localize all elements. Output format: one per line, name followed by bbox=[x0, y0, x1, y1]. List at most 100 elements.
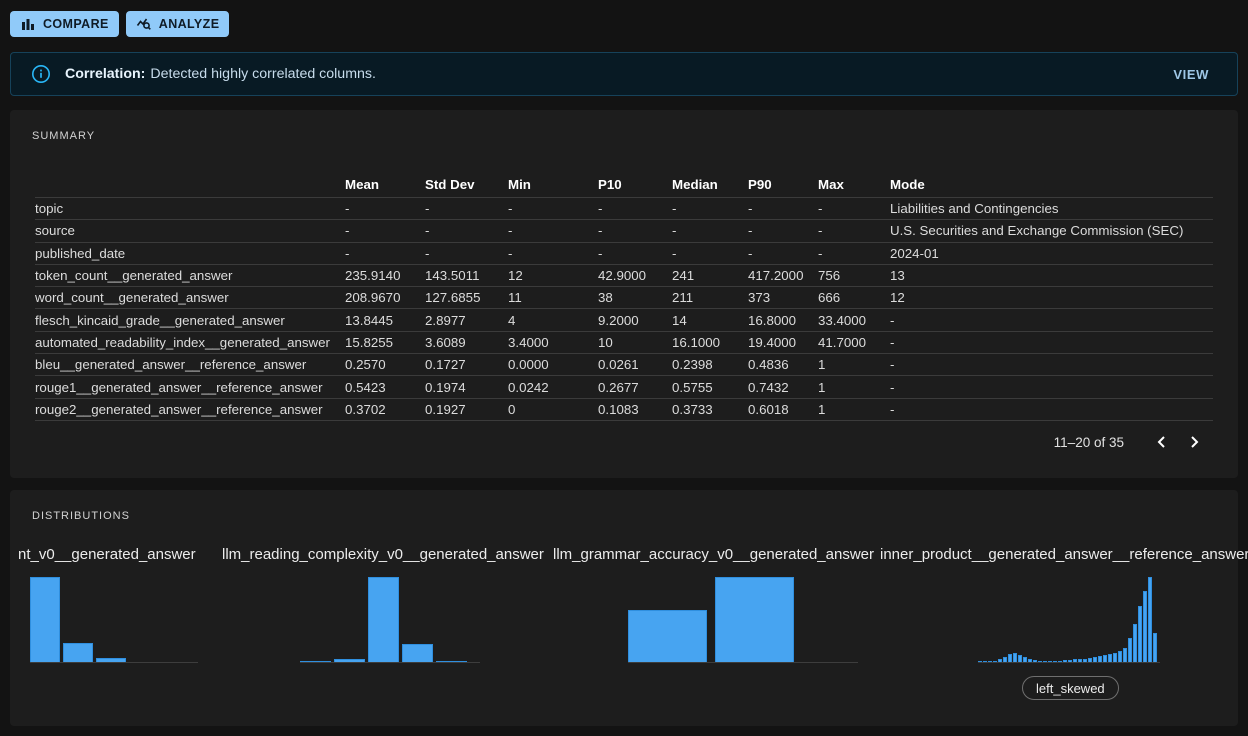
table-cell-name: flesch_kincaid_grade__generated_answer bbox=[35, 313, 345, 328]
histogram-bar bbox=[1088, 658, 1092, 662]
histogram-bar bbox=[1093, 657, 1097, 662]
compare-button-label: COMPARE bbox=[43, 17, 109, 31]
table-cell-mean: 0.2570 bbox=[345, 357, 425, 372]
table-cell-min: 4 bbox=[508, 313, 598, 328]
histogram-bar bbox=[998, 659, 1002, 662]
table-row: topic-------Liabilities and Contingencie… bbox=[35, 198, 1213, 220]
histogram-bar bbox=[1043, 661, 1047, 662]
table-cell-max: - bbox=[818, 246, 890, 261]
summary-table: MeanStd DevMinP10MedianP90MaxMode topic-… bbox=[35, 172, 1213, 421]
next-page-button[interactable] bbox=[1178, 426, 1210, 458]
table-cell-p10: - bbox=[598, 223, 672, 238]
table-cell-min: 12 bbox=[508, 268, 598, 283]
summary-column-header: P90 bbox=[748, 177, 818, 192]
table-cell-mode: 2024-01 bbox=[890, 246, 1213, 261]
table-cell-min: - bbox=[508, 246, 598, 261]
table-cell-name: word_count__generated_answer bbox=[35, 290, 345, 305]
summary-column-header: Mean bbox=[345, 177, 425, 192]
histogram-bar bbox=[1083, 659, 1087, 662]
histogram bbox=[628, 576, 858, 663]
pagination-range-label: 11–20 of 35 bbox=[1054, 435, 1124, 450]
histogram-bar bbox=[1038, 661, 1042, 662]
histogram-bar bbox=[436, 661, 467, 662]
table-cell-std_dev: - bbox=[425, 223, 508, 238]
table-cell-mode: U.S. Securities and Exchange Commission … bbox=[890, 223, 1213, 238]
histogram-bar bbox=[1138, 606, 1142, 662]
table-cell-max: 41.7000 bbox=[818, 335, 890, 350]
distributions-panel: DISTRIBUTIONS nt_v0__generated_answer ll… bbox=[10, 490, 1238, 726]
table-cell-p90: - bbox=[748, 201, 818, 216]
table-cell-min: - bbox=[508, 201, 598, 216]
histogram-bar bbox=[1063, 660, 1067, 662]
alert-message-text: Detected highly correlated columns. bbox=[150, 66, 376, 82]
table-cell-p90: 417.2000 bbox=[748, 268, 818, 283]
histogram-bar bbox=[1013, 653, 1017, 662]
table-row: word_count__generated_answer208.9670127.… bbox=[35, 287, 1213, 309]
table-cell-max: 1 bbox=[818, 357, 890, 372]
table-cell-mean: 13.8445 bbox=[345, 313, 425, 328]
table-cell-name: rouge1__generated_answer__reference_answ… bbox=[35, 380, 345, 395]
histogram-bar bbox=[628, 610, 707, 662]
histogram-bar bbox=[1008, 654, 1012, 662]
table-cell-p90: 16.8000 bbox=[748, 313, 818, 328]
compare-button[interactable]: COMPARE bbox=[10, 11, 119, 37]
histogram-bar bbox=[334, 659, 365, 662]
histogram-bar bbox=[1118, 651, 1122, 662]
histogram-bar bbox=[983, 661, 987, 662]
histogram-bar bbox=[1048, 661, 1052, 662]
table-cell-median: 0.3733 bbox=[672, 402, 748, 417]
table-cell-min: 0.0000 bbox=[508, 357, 598, 372]
table-cell-name: source bbox=[35, 223, 345, 238]
histogram-bar bbox=[1128, 638, 1132, 662]
query-stats-icon bbox=[136, 16, 152, 32]
table-cell-p10: 38 bbox=[598, 290, 672, 305]
chart-title: llm_grammar_accuracy_v0__generated_answe… bbox=[553, 546, 874, 563]
histogram-bar bbox=[1053, 661, 1057, 662]
table-cell-mode: - bbox=[890, 402, 1213, 417]
prev-page-button[interactable] bbox=[1146, 426, 1178, 458]
histogram-bar bbox=[988, 661, 992, 662]
table-cell-p90: 0.6018 bbox=[748, 402, 818, 417]
table-cell-p90: 373 bbox=[748, 290, 818, 305]
histogram-bar bbox=[1073, 659, 1077, 662]
table-cell-p10: 0.0261 bbox=[598, 357, 672, 372]
table-cell-p10: 9.2000 bbox=[598, 313, 672, 328]
table-cell-name: bleu__generated_answer__reference_answer bbox=[35, 357, 345, 372]
table-cell-mean: - bbox=[345, 201, 425, 216]
table-cell-p90: 0.4836 bbox=[748, 357, 818, 372]
histogram-bar bbox=[368, 577, 399, 662]
table-cell-name: rouge2__generated_answer__reference_answ… bbox=[35, 402, 345, 417]
table-cell-std_dev: 3.6089 bbox=[425, 335, 508, 350]
analyze-button[interactable]: ANALYZE bbox=[126, 11, 230, 37]
chevron-right-icon bbox=[1184, 432, 1204, 452]
alert-title: Correlation: bbox=[65, 66, 145, 82]
table-cell-median: 211 bbox=[672, 290, 748, 305]
table-cell-max: 666 bbox=[818, 290, 890, 305]
table-cell-p90: 19.4000 bbox=[748, 335, 818, 350]
table-cell-name: token_count__generated_answer bbox=[35, 268, 345, 283]
table-cell-max: - bbox=[818, 223, 890, 238]
table-cell-min: 11 bbox=[508, 290, 598, 305]
histogram bbox=[300, 576, 480, 663]
table-cell-min: 0 bbox=[508, 402, 598, 417]
histogram-bar bbox=[1033, 660, 1037, 662]
table-cell-mode: - bbox=[890, 313, 1213, 328]
table-cell-p10: 0.1083 bbox=[598, 402, 672, 417]
table-cell-mean: 235.9140 bbox=[345, 268, 425, 283]
table-cell-median: 241 bbox=[672, 268, 748, 283]
view-button[interactable]: VIEW bbox=[1165, 61, 1217, 88]
table-cell-min: 0.0242 bbox=[508, 380, 598, 395]
table-cell-max: - bbox=[818, 201, 890, 216]
table-cell-p90: 0.7432 bbox=[748, 380, 818, 395]
summary-column-header: P10 bbox=[598, 177, 672, 192]
table-cell-mode: 12 bbox=[890, 290, 1213, 305]
table-cell-std_dev: 0.1727 bbox=[425, 357, 508, 372]
alert-message: Correlation: Detected highly correlated c… bbox=[65, 66, 376, 82]
histogram-bar bbox=[63, 643, 93, 662]
histogram-bar bbox=[1113, 653, 1117, 662]
table-cell-mode: - bbox=[890, 380, 1213, 395]
table-cell-name: topic bbox=[35, 201, 345, 216]
histogram-bar bbox=[1108, 654, 1112, 662]
histogram-bar bbox=[1058, 661, 1062, 662]
table-cell-max: 33.4000 bbox=[818, 313, 890, 328]
